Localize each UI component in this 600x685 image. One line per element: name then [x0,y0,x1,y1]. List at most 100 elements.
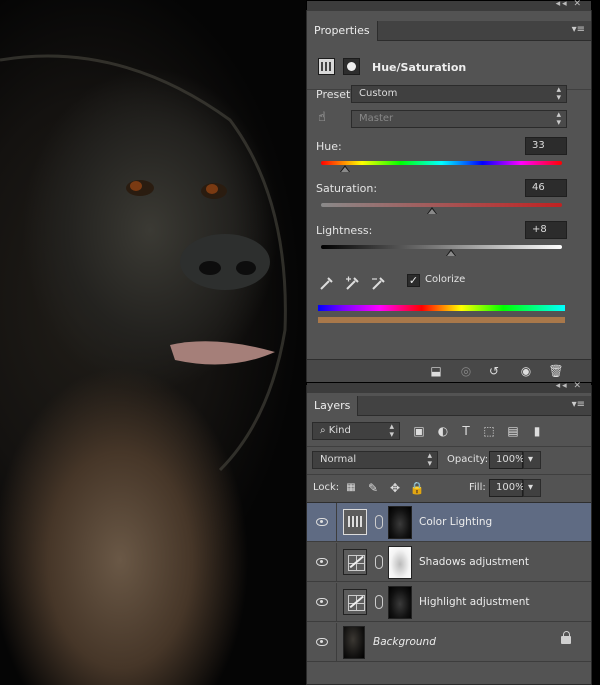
layer-mask-thumbnail[interactable] [388,546,412,579]
opacity-input[interactable]: 100% [489,451,525,469]
hue-saturation-thumbnail[interactable] [343,509,367,535]
smart-object-filter-icon[interactable]: ▤ [505,423,521,439]
adjustment-filter-icon[interactable]: ◐ [435,423,451,439]
blend-row: Normal ▴ ▾ Opacity: 100% ▾ [307,447,591,474]
curves-thumbnail[interactable] [343,549,367,575]
preset-dropdown[interactable]: Custom ▴ ▾ [351,85,567,103]
right-iris [206,184,218,194]
input-spectrum-bar [318,305,565,311]
properties-panel: ◂◂ ✕ Properties ▾≡ Hue/Saturation Preset… [306,0,592,382]
type-filter-icon[interactable]: T [458,423,474,439]
lock-all-icon[interactable]: 🔒 [409,480,425,496]
layers-panel: ◂◂ ✕ Layers ▾≡ ⌕ Kind ▴ ▾ ▣ ◐ T ⬚ ▤ ▮ Nor… [306,381,592,685]
lock-transparency-icon[interactable]: ▦ [343,480,359,496]
visibility-toggle[interactable] [307,543,337,582]
lock-icon [561,631,571,644]
eye-icon [316,638,328,646]
preset-label: Preset: [316,88,355,101]
fill-input[interactable]: 100% [489,479,525,497]
chain-link-icon[interactable] [375,595,383,609]
reset-icon[interactable]: ↺ [485,363,503,380]
adjustment-title: Hue/Saturation [372,61,467,74]
lightness-label: Lightness: [316,224,373,237]
properties-header: Hue/Saturation [307,42,591,90]
fill-dropdown-button[interactable]: ▾ [523,479,541,497]
layer-name: Color Lighting [419,516,493,528]
targeted-adjustment-hand-icon[interactable]: ☝ [318,110,326,125]
eye-icon [316,598,328,606]
eyedropper-minus-icon[interactable] [371,275,387,291]
dropdown-arrows-icon: ▴ ▾ [389,422,394,440]
lightness-slider-track[interactable] [321,245,562,249]
gorilla-image [0,54,287,472]
channel-dropdown[interactable]: Master ▴ ▾ [351,110,567,128]
collapse-icon[interactable]: ◂◂ ✕ [556,0,583,9]
visibility-toggle[interactable] [307,583,337,622]
layer-row-color-lighting[interactable]: Color Lighting [307,503,591,542]
filter-toggle-icon[interactable]: ▮ [529,423,545,439]
collapse-icon[interactable]: ◂◂ ✕ [556,381,583,391]
eye-icon [316,518,328,526]
eyedropper-icon[interactable] [319,275,335,291]
layer-row-shadows-adjustment[interactable]: Shadows adjustment [307,543,591,582]
layer-row-background[interactable]: Background [307,623,591,662]
saturation-label: Saturation: [316,182,378,195]
background-thumbnail[interactable] [343,626,365,659]
layer-mask-thumbnail[interactable] [388,586,412,619]
tab-properties[interactable]: Properties [307,21,378,41]
photo-canvas[interactable] [0,0,306,685]
layers-dock-strip: ◂◂ ✕ [307,381,591,393]
saturation-slider-thumb[interactable] [426,207,437,214]
layer-mask-thumbnail[interactable] [388,506,412,539]
filter-kind-dropdown[interactable]: ⌕ Kind ▴ ▾ [312,422,400,440]
saturation-slider-track[interactable] [321,203,562,207]
chevron-down-icon: ▾ [528,454,534,465]
visibility-icon[interactable]: ◉ [517,363,535,380]
lightness-slider-thumb[interactable] [446,249,457,256]
visibility-toggle[interactable] [307,503,337,542]
clip-to-layer-icon[interactable]: ⬓ [427,363,445,380]
panel-menu-icon[interactable]: ▾≡ [572,399,585,410]
dropdown-arrows-icon: ▴ ▾ [556,85,561,103]
colorize-checkbox[interactable]: ✓ [407,274,420,287]
pixel-filter-icon[interactable]: ▣ [411,423,427,439]
layers-tabbar: Layers ▾≡ [307,396,591,416]
panel-menu-icon[interactable]: ▾≡ [572,24,585,35]
output-color-bar [318,317,565,323]
filter-kind-value: Kind [328,425,351,436]
view-previous-state-icon[interactable]: ◎ [457,363,475,380]
fill-label: Fill: [469,482,486,493]
eyedropper-plus-icon[interactable] [345,275,361,291]
chain-link-icon[interactable] [375,555,383,569]
hue-label: Hue: [316,140,342,153]
lock-pixels-icon[interactable]: ✎ [365,480,381,496]
chain-link-icon[interactable] [375,515,383,529]
lips [170,341,275,365]
delete-icon[interactable]: 🗑 [547,363,565,380]
layer-filter-row: ⌕ Kind ▴ ▾ ▣ ◐ T ⬚ ▤ ▮ [307,418,591,445]
tab-layers[interactable]: Layers [307,396,359,416]
shape-filter-icon[interactable]: ⬚ [481,423,497,439]
dropdown-arrows-icon: ▴ ▾ [427,451,432,469]
saturation-input[interactable]: 46 [525,179,567,197]
properties-dock-strip: ◂◂ ✕ [307,0,591,11]
curves-thumbnail[interactable] [343,589,367,615]
blend-mode-dropdown[interactable]: Normal ▴ ▾ [312,451,438,469]
lightness-input[interactable]: +8 [525,221,567,239]
visibility-toggle[interactable] [307,623,337,662]
lock-position-icon[interactable]: ✥ [387,480,403,496]
preset-value: Custom [359,88,398,99]
properties-tabbar: Properties ▾≡ [307,21,591,41]
blend-mode-value: Normal [320,454,357,465]
mask-icon[interactable] [343,58,360,75]
hue-slider-thumb[interactable] [340,165,351,172]
chevron-down-icon: ▾ [528,482,534,493]
properties-footer: ⬓ ◎ ↺ ◉ 🗑 [307,359,591,382]
right-nostril [236,261,256,275]
hue-slider-track[interactable] [321,161,562,165]
layer-row-highlight-adjustment[interactable]: Highlight adjustment [307,583,591,622]
search-icon: ⌕ [320,425,326,436]
hue-input[interactable]: 33 [525,137,567,155]
hue-saturation-icon[interactable] [318,58,335,75]
opacity-dropdown-button[interactable]: ▾ [523,451,541,469]
